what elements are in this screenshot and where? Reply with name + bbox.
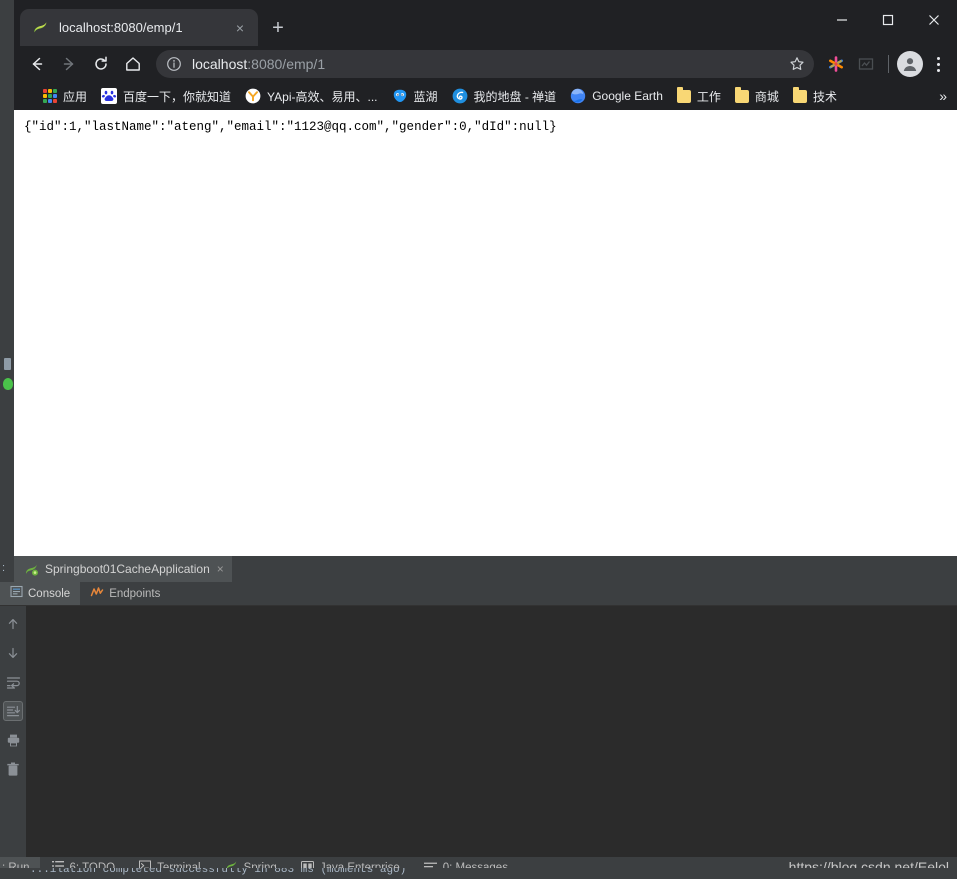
folder-icon	[792, 86, 807, 103]
ide-run-tab-row: Springboot01CacheApplication ×	[0, 556, 957, 582]
folder-icon	[734, 86, 749, 103]
ide-run-tab[interactable]: Springboot01CacheApplication ×	[14, 556, 232, 582]
bookmark-folder-tech[interactable]: 技术	[786, 85, 844, 108]
bookmark-apps[interactable]: 应用	[36, 85, 94, 108]
trash-icon[interactable]	[3, 759, 23, 779]
url-host: localhost	[192, 56, 248, 72]
browser-toolbar: localhost:8080/emp/1	[14, 46, 957, 82]
window-controls	[819, 0, 957, 40]
ide-bottom-panel: Springboot01CacheApplication × Console E…	[0, 556, 957, 879]
bookmarks-bar: 应用 百度一下，你就知道 YApi-高效、易用、... 蓝湖 我的地盘 - 禅道…	[14, 82, 957, 110]
new-tab-button[interactable]: +	[264, 14, 292, 42]
profile-avatar-icon[interactable]	[897, 51, 923, 77]
console-clipped-line: ...ilation completed successfully in 883…	[30, 868, 407, 876]
bookmarks-overflow-icon[interactable]: »	[939, 88, 947, 104]
bookmark-folder-mall[interactable]: 商城	[728, 85, 786, 108]
spring-leaf-icon	[32, 19, 49, 36]
bookmark-label: 商城	[754, 89, 779, 104]
info-circle-icon[interactable]	[166, 56, 182, 72]
page-json-content: {"id":1,"lastName":"ateng","email":"1123…	[24, 120, 557, 134]
gutter-handle-marker	[4, 358, 11, 370]
gutter-run-indicator-icon	[3, 378, 13, 390]
console-toolbar	[0, 606, 26, 857]
console-icon	[10, 585, 23, 603]
bookmark-label: 百度一下，你就知道	[123, 89, 232, 104]
bookmark-label: 应用	[63, 89, 88, 104]
bookmark-google-earth[interactable]: Google Earth	[563, 85, 670, 107]
ide-run-tab-label: Springboot01CacheApplication	[45, 562, 210, 576]
tab-endpoints-label: Endpoints	[109, 587, 161, 600]
browser-tab[interactable]: localhost:8080/emp/1 ×	[20, 9, 258, 46]
console-output[interactable]	[26, 606, 957, 857]
print-icon[interactable]	[3, 730, 23, 750]
tab-console[interactable]: Console	[0, 582, 81, 605]
toolbar-divider	[888, 55, 889, 73]
bookmark-label: YApi-高效、易用、...	[267, 89, 378, 104]
close-icon[interactable]	[911, 0, 957, 40]
kebab-menu-icon[interactable]	[925, 51, 951, 77]
google-earth-icon	[570, 88, 586, 104]
ide-left-gutter-strip	[0, 0, 14, 556]
down-arrow-icon[interactable]	[3, 643, 23, 663]
minimize-icon[interactable]	[819, 0, 865, 40]
baidu-icon	[101, 88, 118, 104]
browser-tab-title: localhost:8080/emp/1	[59, 20, 183, 35]
bookmark-label: 技术	[812, 89, 837, 104]
bookmark-baidu[interactable]: 百度一下，你就知道	[94, 85, 238, 108]
forward-button[interactable]	[54, 49, 84, 79]
bookmark-label: 蓝湖	[413, 89, 438, 104]
ide-console-area	[0, 606, 957, 857]
spring-boot-run-icon	[24, 562, 38, 576]
browser-tabstrip: localhost:8080/emp/1 × +	[14, 0, 957, 46]
bookmark-label: Google Earth	[592, 89, 663, 103]
scroll-to-end-icon[interactable]	[3, 701, 23, 721]
extension-icon[interactable]	[822, 50, 850, 78]
zentao-icon	[452, 88, 468, 104]
page-viewport: {"id":1,"lastName":"ateng","email":"1123…	[14, 110, 957, 556]
reading-list-icon[interactable]	[852, 50, 880, 78]
apps-grid-icon	[43, 89, 57, 103]
browser-window: localhost:8080/emp/1 × + localhost:8080/…	[14, 0, 957, 556]
bookmark-folder-work[interactable]: 工作	[670, 85, 728, 108]
star-icon[interactable]	[784, 51, 810, 77]
yapi-icon	[245, 88, 261, 104]
screen-root: localhost:8080/emp/1 × + localhost:8080/…	[0, 0, 957, 879]
console-clipped-line-region: ...ilation completed successfully in 883…	[0, 868, 957, 879]
bookmark-label: 工作	[696, 89, 721, 104]
ide-console-subtab-row: Console Endpoints	[0, 582, 957, 606]
folder-icon	[676, 86, 691, 103]
tab-endpoints[interactable]: Endpoints	[80, 582, 170, 605]
bookmark-lanhu[interactable]: 蓝湖	[385, 85, 445, 108]
home-button[interactable]	[118, 49, 148, 79]
reload-button[interactable]	[86, 49, 116, 79]
bookmark-zentao[interactable]: 我的地盘 - 禅道	[445, 85, 564, 108]
address-bar-url[interactable]: localhost:8080/emp/1	[192, 56, 784, 72]
bookmark-label: 我的地盘 - 禅道	[473, 89, 557, 104]
browser-tab-close-icon[interactable]: ×	[230, 18, 250, 38]
bookmark-yapi[interactable]: YApi-高效、易用、...	[238, 85, 384, 108]
lanhu-icon	[392, 88, 408, 104]
address-bar[interactable]: localhost:8080/emp/1	[156, 50, 814, 78]
soft-wrap-icon[interactable]	[3, 672, 23, 692]
tab-console-label: Console	[28, 587, 71, 600]
ide-run-tab-close-icon[interactable]: ×	[217, 562, 224, 576]
endpoints-icon	[90, 585, 104, 603]
up-arrow-icon[interactable]	[3, 614, 23, 634]
back-button[interactable]	[22, 49, 52, 79]
url-path: :8080/emp/1	[247, 56, 326, 72]
maximize-icon[interactable]	[865, 0, 911, 40]
